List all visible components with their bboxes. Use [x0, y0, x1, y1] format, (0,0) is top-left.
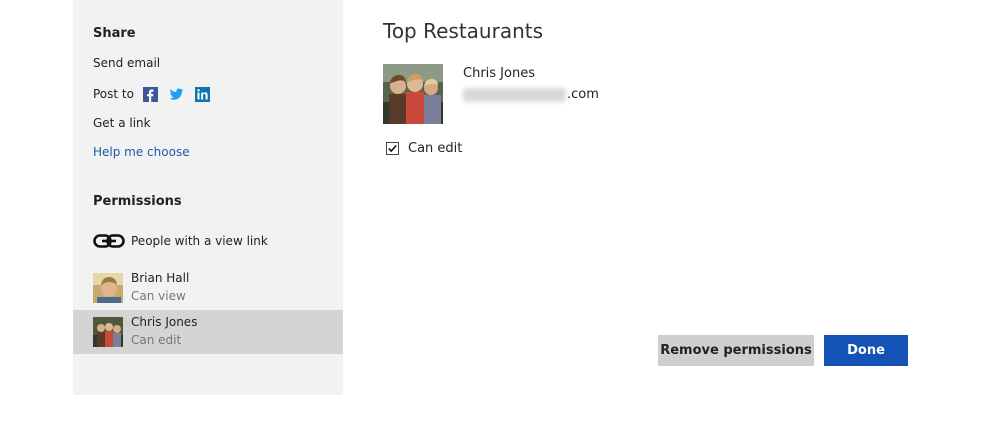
- post-to-label: Post to: [93, 87, 134, 101]
- permission-row-chris-jones[interactable]: Chris Jones Can edit: [73, 310, 343, 354]
- twitter-icon[interactable]: [169, 87, 184, 102]
- user-avatar: [383, 64, 443, 124]
- help-me-choose-link[interactable]: Help me choose: [93, 145, 190, 159]
- checkmark-icon: [388, 144, 397, 153]
- email-domain: .com: [567, 87, 599, 102]
- done-button[interactable]: Done: [824, 335, 908, 366]
- remove-permissions-button[interactable]: Remove permissions: [658, 335, 814, 366]
- avatar: [93, 317, 123, 347]
- user-email: .com: [463, 87, 599, 102]
- person-role: Can view: [131, 289, 186, 303]
- person-role: Can edit: [131, 333, 182, 347]
- avatar: [93, 273, 123, 303]
- facebook-icon[interactable]: [142, 86, 158, 102]
- permission-row-brian-hall[interactable]: Brian Hall Can view: [73, 266, 343, 310]
- view-link-permission[interactable]: People with a view link: [93, 231, 268, 251]
- email-redaction: [463, 87, 566, 102]
- can-edit-label: Can edit: [408, 141, 463, 156]
- can-edit-option[interactable]: Can edit: [386, 141, 462, 156]
- post-to-row: Post to: [93, 85, 221, 103]
- person-name: Chris Jones: [131, 315, 198, 329]
- can-edit-checkbox[interactable]: [386, 142, 399, 155]
- person-name: Brian Hall: [131, 271, 190, 285]
- send-email-link[interactable]: Send email: [93, 56, 160, 70]
- permissions-heading: Permissions: [93, 194, 182, 209]
- share-sidebar: Share Send email Post to Get a link Help…: [73, 0, 343, 395]
- view-link-label: People with a view link: [131, 234, 268, 248]
- user-name: Chris Jones: [463, 66, 535, 81]
- page-title: Top Restaurants: [383, 19, 544, 43]
- get-link-link[interactable]: Get a link: [93, 116, 151, 130]
- link-icon: [93, 234, 125, 248]
- linkedin-icon[interactable]: [194, 86, 210, 102]
- share-heading: Share: [93, 26, 136, 41]
